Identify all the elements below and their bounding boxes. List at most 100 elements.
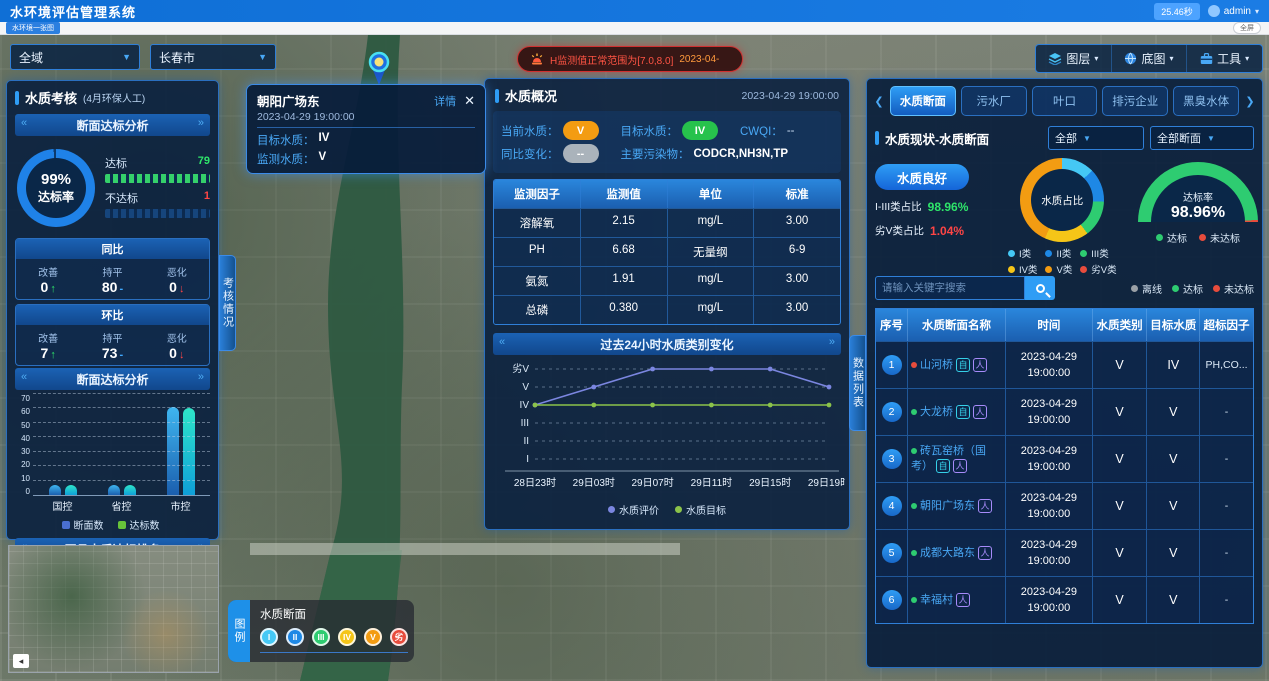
user-name: admin xyxy=(1224,6,1251,17)
panel-timestamp: 2023-04-29 19:00:00 xyxy=(742,90,840,102)
status-dot xyxy=(911,597,917,603)
app-root: 水环境评估管理系统 25.46秒 admin ▾ 水环境一张图 全屏 全域 ▼ … xyxy=(0,0,1269,681)
quality-summary-box: 当前水质： V 目标水质： IV CWQI： -- 同比变化： -- 主要污染物… xyxy=(493,111,841,173)
gauge-label: 达标率 xyxy=(1138,189,1258,204)
title-marker xyxy=(495,89,499,103)
search-button[interactable] xyxy=(1025,276,1055,300)
tab-叶口[interactable]: 叶口 xyxy=(1032,86,1098,116)
filter-select-sections[interactable]: 全部断面 ▼ xyxy=(1150,126,1254,150)
mom-title: 环比 xyxy=(16,305,209,325)
factor-row: 溶解氧2.15mg/L3.00 xyxy=(494,208,840,237)
stat-item: 恶化0↓ xyxy=(145,259,209,299)
layers-button[interactable]: 图层 ▾ xyxy=(1036,45,1112,72)
badge-人: 人 xyxy=(973,358,987,372)
section-row[interactable]: 2大龙桥自人2023-04-2919:00:00VV- xyxy=(876,388,1253,435)
legend-tab[interactable]: 图例 xyxy=(228,600,250,662)
status-dot xyxy=(911,448,917,454)
alert-banner[interactable]: H监测值正常范围为[7.0,8.0] 2023-04- xyxy=(517,46,743,72)
svg-text:29日19时: 29日19时 xyxy=(808,477,845,489)
city-select[interactable]: 长春市 ▼ xyxy=(150,44,276,70)
cwqi-value: -- xyxy=(787,125,795,137)
chevron-down-icon: ▼ xyxy=(258,52,267,62)
avatar xyxy=(1208,5,1220,17)
section-row[interactable]: 4朝阳广场东人2023-04-2919:00:00VV- xyxy=(876,482,1253,529)
section-row[interactable]: 3砖瓦窑桥（国考）自人2023-04-2919:00:00VV- xyxy=(876,435,1253,482)
basemap-button[interactable]: 底图 ▾ xyxy=(1112,45,1188,72)
stat-item: 改善0↑ xyxy=(16,259,80,299)
category-tabs: ❮ 水质断面污水厂叶口排污企业黑臭水体 ❯ xyxy=(867,79,1262,120)
station-name: 朝阳广场东 xyxy=(257,91,320,110)
section-row[interactable]: 6幸福村人2023-04-2919:00:00VV- xyxy=(876,576,1253,623)
section-title: 断面达标分析 xyxy=(76,371,148,388)
stat2-label: 劣V类占比 xyxy=(875,223,924,238)
filter-value: 全部断面 xyxy=(1157,130,1201,146)
close-icon[interactable]: ✕ xyxy=(464,94,475,107)
station-popup: 朝阳广场东 详情 ✕ 2023-04-29 19:00:00 目标水质： IV … xyxy=(246,84,486,174)
tab-黑臭水体[interactable]: 黑臭水体 xyxy=(1173,86,1239,116)
data-list-side-tab[interactable]: 数据列表 xyxy=(849,335,866,431)
status-dot xyxy=(911,503,917,509)
assessment-side-tab[interactable]: 考核情况 xyxy=(219,255,236,351)
decoration: » xyxy=(829,336,835,348)
stat-item: 恶化0↓ xyxy=(145,325,209,365)
tab-污水厂[interactable]: 污水厂 xyxy=(961,86,1027,116)
trend-arrow-icon: ↓ xyxy=(179,349,185,361)
decoration: « xyxy=(21,371,27,383)
region-select[interactable]: 全域 ▼ xyxy=(10,44,140,70)
district-bar-chart: 706050403020100 国控省控市控 断面数达标数 xyxy=(11,394,210,536)
sections-table: 序号水质断面名称时间水质类别目标水质超标因子 1山河桥自人2023-04-291… xyxy=(875,308,1254,624)
section-header: « 过去24小时水质类别变化 » xyxy=(493,333,841,355)
overview-mini-map[interactable]: ◂ xyxy=(8,545,219,673)
compliance-gauge: 达标率 98.96% xyxy=(1138,162,1258,222)
svg-text:V: V xyxy=(522,382,529,393)
status-badge: 水质良好 xyxy=(875,164,969,190)
status-dot xyxy=(911,550,917,556)
monitoring-factors-table: 监测因子监测值单位标准 溶解氧2.15mg/L3.00PH6.68无量纲6-9氨… xyxy=(493,179,841,325)
chevron-down-icon: ▾ xyxy=(1255,7,1259,16)
decoration: « xyxy=(499,336,505,348)
badge-自: 自 xyxy=(956,405,970,419)
bar-chart-plot xyxy=(33,394,210,496)
tabs-scroll-left[interactable]: ❮ xyxy=(873,86,885,116)
search-input[interactable] xyxy=(875,276,1025,300)
station-map-pin[interactable] xyxy=(366,50,392,86)
decoration: « xyxy=(21,117,27,129)
pollutants-value: CODCR,NH3N,TP xyxy=(694,148,789,160)
target-quality-label: 目标水质： xyxy=(257,132,315,148)
user-menu[interactable]: admin ▾ xyxy=(1208,5,1259,17)
panel-title: 水质考核 xyxy=(25,88,77,107)
trend-arrow-icon: - xyxy=(119,349,123,361)
page-tab[interactable]: 水环境一张图 xyxy=(6,22,60,34)
tools-button[interactable]: 工具 ▾ xyxy=(1187,45,1262,72)
section-row[interactable]: 5成都大路东人2023-04-2919:00:00VV- xyxy=(876,529,1253,576)
city-value: 长春市 xyxy=(159,49,195,66)
tab-水质断面[interactable]: 水质断面 xyxy=(890,86,956,116)
title-marker xyxy=(875,131,879,145)
tools-label: 工具 xyxy=(1217,50,1241,67)
bar-chart-x-labels: 国控省控市控 xyxy=(33,496,210,513)
badge-自: 自 xyxy=(936,459,950,473)
stat1-label: I-III类占比 xyxy=(875,199,922,214)
tabs-scroll-right[interactable]: ❯ xyxy=(1244,86,1256,116)
filter-select-all[interactable]: 全部 ▼ xyxy=(1048,126,1144,150)
legend-class-劣: 劣 xyxy=(390,628,408,646)
chevron-down-icon: ▼ xyxy=(1083,134,1091,143)
collapse-minimap-button[interactable]: ◂ xyxy=(13,654,29,668)
fullscreen-button[interactable]: 全屏 xyxy=(1233,22,1261,34)
monitor-quality-value: V xyxy=(319,151,327,167)
app-title: 水环境评估管理系统 xyxy=(0,2,136,21)
reach-value: 79 xyxy=(198,155,210,171)
tab-排污企业[interactable]: 排污企业 xyxy=(1102,86,1168,116)
reach-label: 达标 xyxy=(105,155,127,171)
nonreach-value: 1 xyxy=(204,190,210,206)
trend-arrow-icon: - xyxy=(119,283,123,295)
chevron-down-icon: ▾ xyxy=(1094,54,1098,63)
svg-text:I: I xyxy=(526,454,529,465)
stat1-value: 98.96% xyxy=(928,200,969,214)
badge-人: 人 xyxy=(973,405,987,419)
pass-rate-block: 99% 达标率 达标 79 不达标 1 xyxy=(7,138,218,234)
alert-date: 2023-04- xyxy=(679,54,719,65)
detail-link[interactable]: 详情 xyxy=(434,93,456,109)
current-quality-pill: V xyxy=(563,121,599,140)
section-row[interactable]: 1山河桥自人2023-04-2919:00:00VIVPH,CO... xyxy=(876,341,1253,388)
